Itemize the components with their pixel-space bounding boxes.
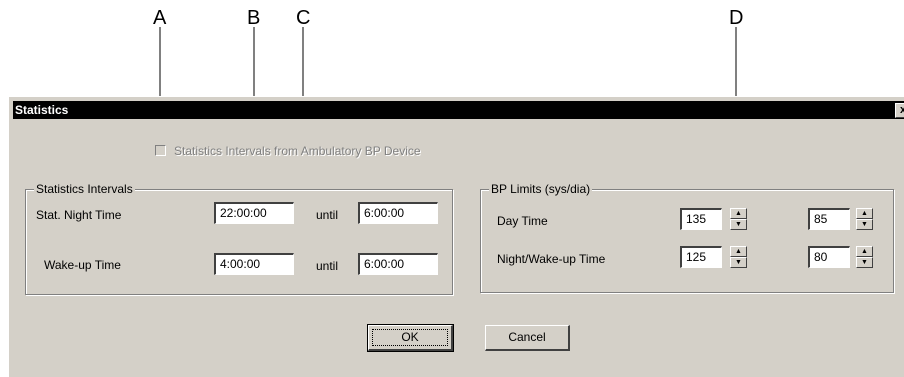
callout-c: C xyxy=(296,7,311,29)
night-dia-field[interactable]: 80 xyxy=(808,246,850,268)
wakeup-start-field[interactable]: 4:00:00 xyxy=(214,253,294,275)
night-dia-up-arrow-icon[interactable]: ▲ xyxy=(856,246,873,257)
wakeup-end-field[interactable]: 6:00:00 xyxy=(358,253,438,275)
night-until-label: until xyxy=(316,208,339,222)
callout-a: A xyxy=(153,7,167,29)
cancel-button-label: Cancel xyxy=(508,330,546,344)
ok-focus-ring xyxy=(372,329,448,346)
callout-d: D xyxy=(729,7,744,29)
statistics-intervals-legend: Statistics Intervals xyxy=(34,182,135,196)
dialog-title: Statistics xyxy=(15,103,69,117)
bp-limits-group: BP Limits (sys/dia) Day Time 135 ▲ ▼ 85 … xyxy=(480,182,894,293)
statistics-dialog: Statistics x Statistics Intervals from A… xyxy=(8,96,904,377)
bp-limits-legend: BP Limits (sys/dia) xyxy=(489,182,593,196)
day-sys-spinner[interactable]: ▲ ▼ xyxy=(730,208,747,230)
dialog-titlebar[interactable]: Statistics x xyxy=(13,101,904,119)
ok-button[interactable]: OK xyxy=(367,324,454,352)
night-sys-up-arrow-icon[interactable]: ▲ xyxy=(730,246,747,257)
device-intervals-checkbox[interactable] xyxy=(155,145,166,156)
night-end-field[interactable]: 6:00:00 xyxy=(358,202,438,224)
day-sys-up-arrow-icon[interactable]: ▲ xyxy=(730,208,747,219)
day-sys-field[interactable]: 135 xyxy=(680,208,722,230)
cancel-button[interactable]: Cancel xyxy=(485,325,570,351)
night-dia-spinner[interactable]: ▲ ▼ xyxy=(856,246,873,268)
night-sys-down-arrow-icon[interactable]: ▼ xyxy=(730,257,747,268)
day-dia-up-arrow-icon[interactable]: ▲ xyxy=(856,208,873,219)
day-sys-down-arrow-icon[interactable]: ▼ xyxy=(730,219,747,230)
night-sys-field[interactable]: 125 xyxy=(680,246,722,268)
close-button[interactable]: x xyxy=(895,103,904,118)
night-start-field[interactable]: 22:00:00 xyxy=(214,202,294,224)
day-time-label: Day Time xyxy=(497,214,548,228)
device-intervals-checkbox-label: Statistics Intervals from Ambulatory BP … xyxy=(174,144,421,158)
day-dia-field[interactable]: 85 xyxy=(808,208,850,230)
wakeup-time-label: Wake-up Time xyxy=(44,258,121,272)
callout-b: B xyxy=(247,7,261,29)
day-dia-down-arrow-icon[interactable]: ▼ xyxy=(856,219,873,230)
statistics-intervals-group: Statistics Intervals Stat. Night Time 22… xyxy=(25,182,453,295)
night-wakeup-time-label: Night/Wake-up Time xyxy=(497,252,606,266)
night-dia-down-arrow-icon[interactable]: ▼ xyxy=(856,257,873,268)
night-sys-spinner[interactable]: ▲ ▼ xyxy=(730,246,747,268)
night-time-label: Stat. Night Time xyxy=(36,208,122,222)
day-dia-spinner[interactable]: ▲ ▼ xyxy=(856,208,873,230)
wakeup-until-label: until xyxy=(316,259,339,273)
